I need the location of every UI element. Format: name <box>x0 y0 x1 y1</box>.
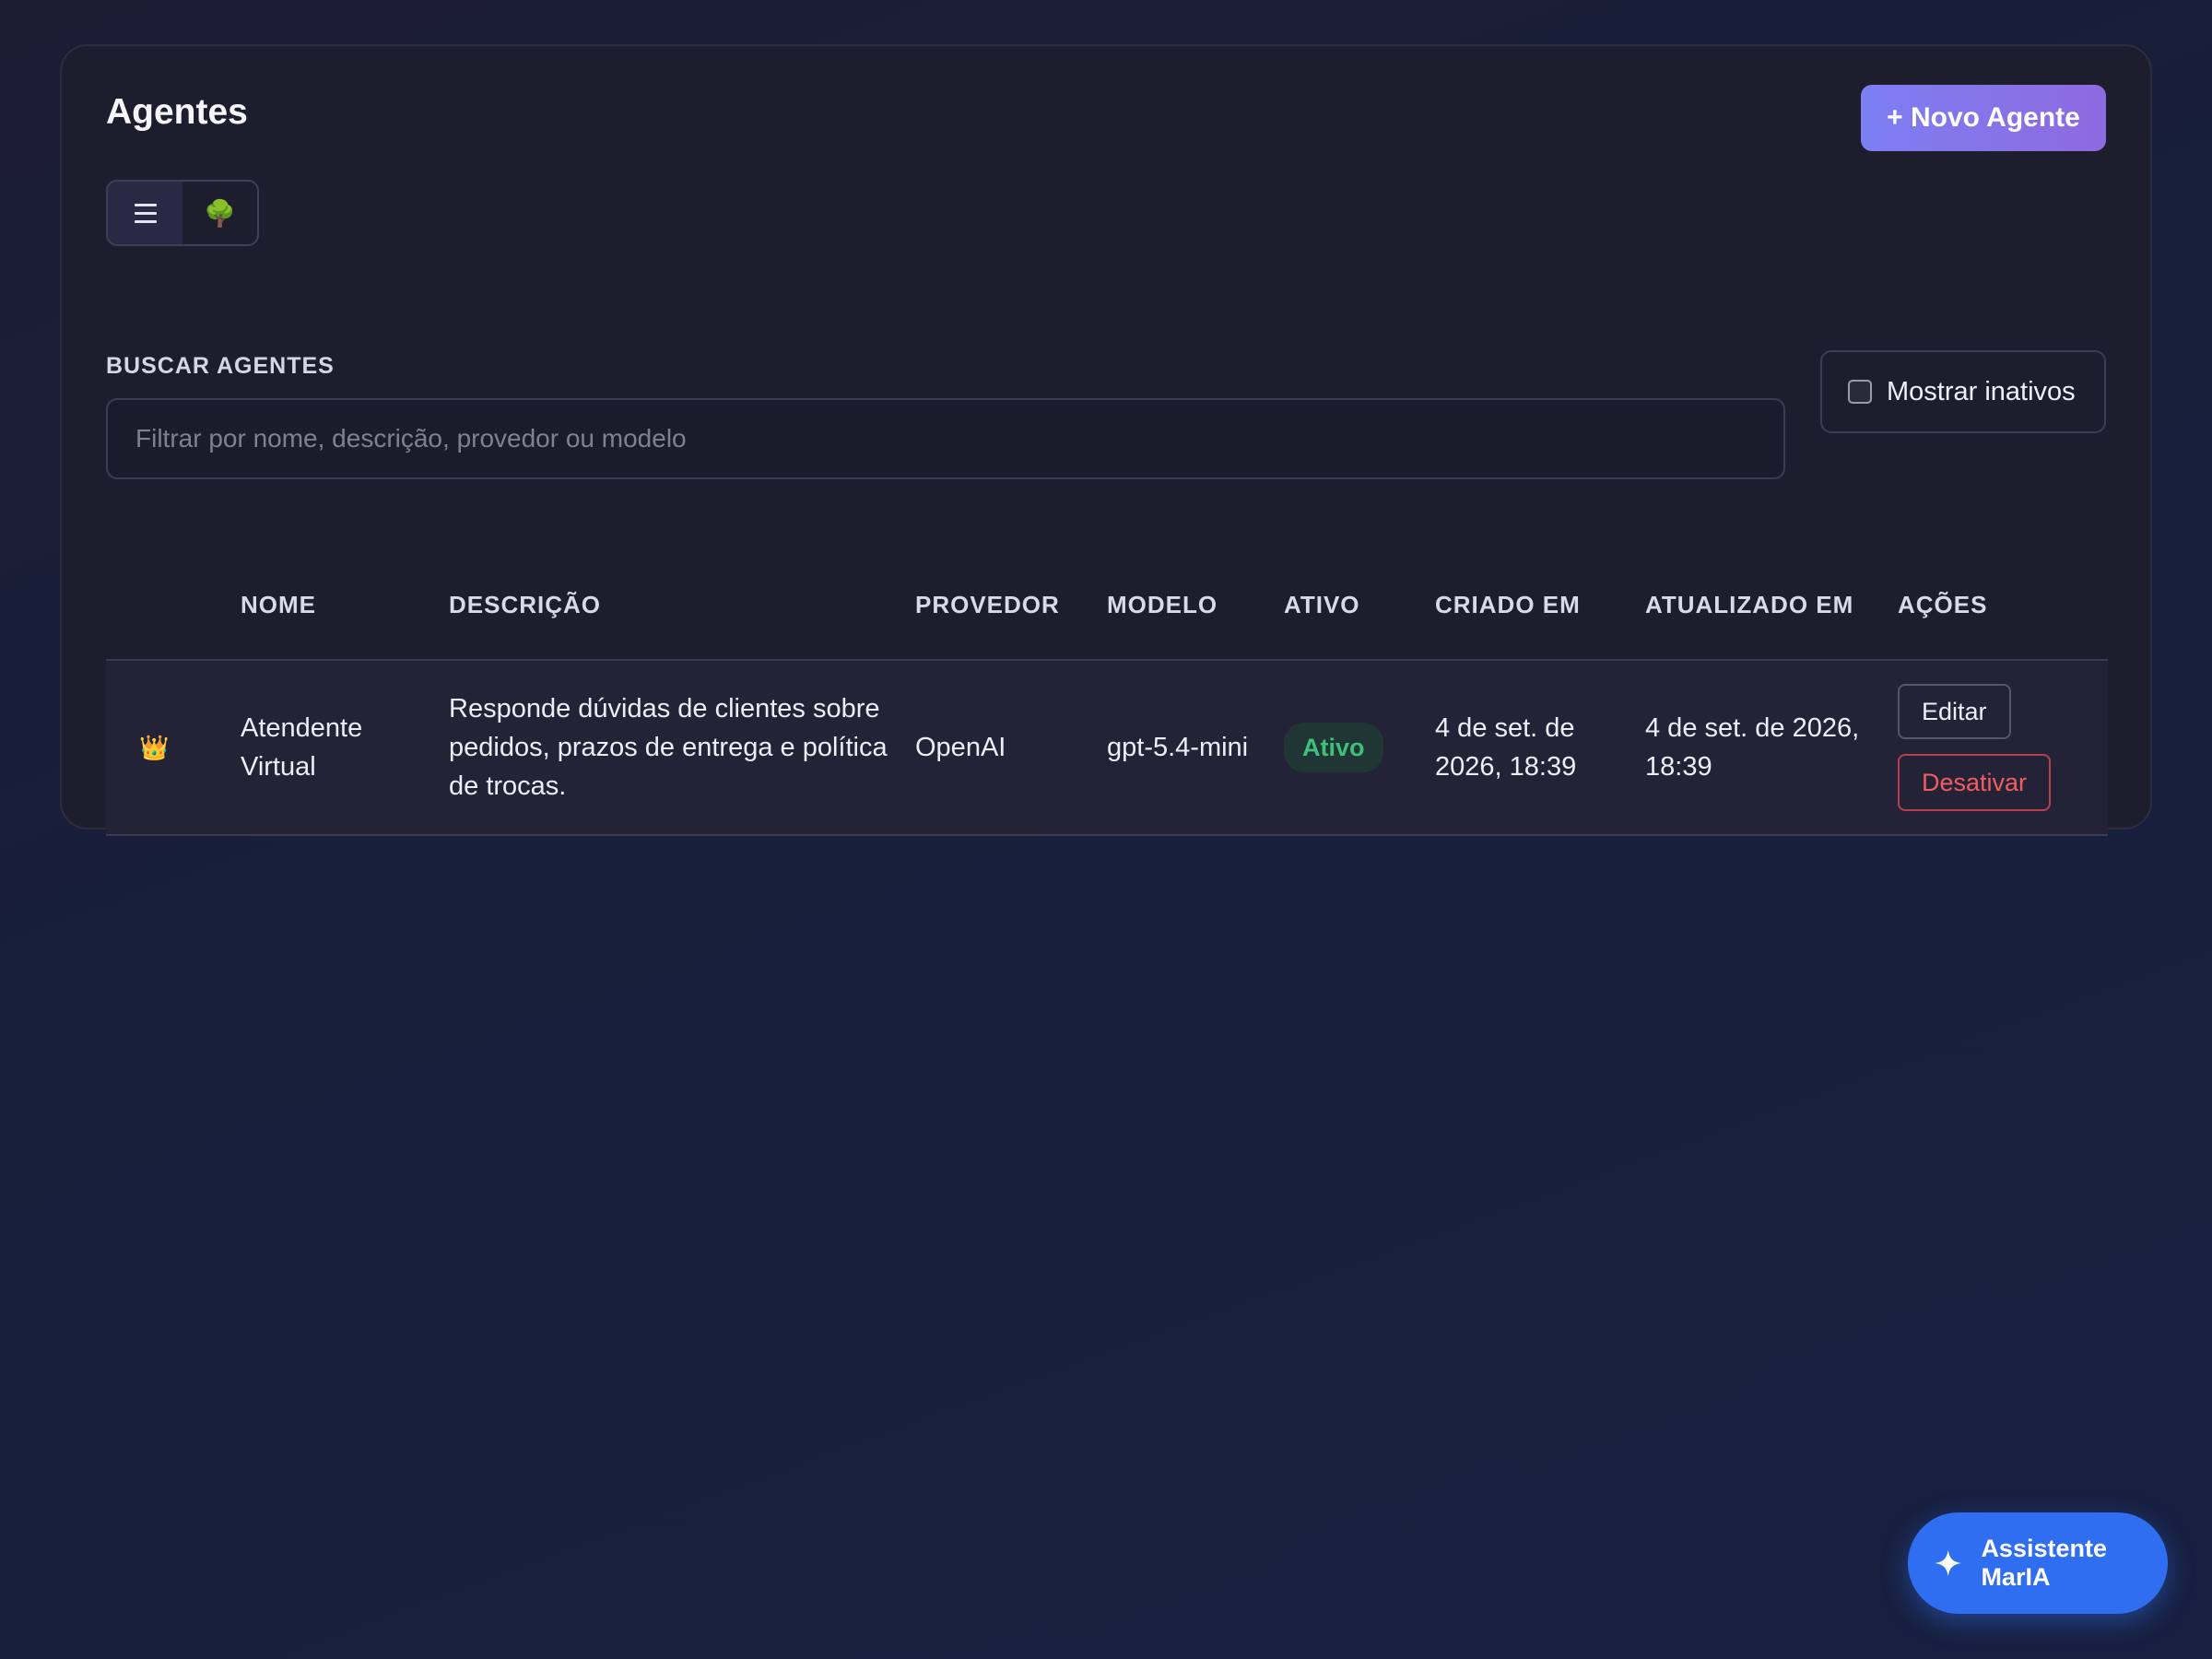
header-acoes: AÇÕES <box>1888 551 2108 661</box>
cell-nome: Atendente Virtual <box>241 713 363 782</box>
header-criado-em: CRIADO EM <box>1426 551 1636 661</box>
status-badge: Ativo <box>1284 723 1383 772</box>
edit-button[interactable]: Editar <box>1898 684 2011 739</box>
table-row[interactable]: 👑 Atendente Virtual Responde dúvidas de … <box>106 660 2108 835</box>
header-modelo: MODELO <box>1098 551 1275 661</box>
cell-descricao: Responde dúvidas de clientes sobre pedid… <box>449 694 888 801</box>
page-title: Agentes <box>106 92 248 132</box>
header-icon <box>106 551 231 661</box>
tree-icon: 🌳 <box>204 198 236 228</box>
cell-criado-em: 4 de set. de 2026, 18:39 <box>1435 713 1577 782</box>
agents-table: NOME DESCRIÇÃO PROVEDOR MODELO ATIVO CRI… <box>106 551 2108 836</box>
agents-panel: Agentes + Novo Agente 🌳 BUSCAR AGENTES M… <box>60 44 2152 835</box>
search-label: BUSCAR AGENTES <box>106 353 335 379</box>
row-actions: Editar Desativar <box>1898 684 2099 811</box>
cell-acoes: Editar Desativar <box>1888 660 2108 835</box>
tree-view-button[interactable]: 🌳 <box>182 182 257 244</box>
list-icon <box>134 203 157 223</box>
show-inactive-checkbox[interactable] <box>1848 380 1872 404</box>
header-descricao: DESCRIÇÃO <box>440 551 906 661</box>
cell-modelo: gpt-5.4-mini <box>1107 733 1249 762</box>
new-agent-button[interactable]: + Novo Agente <box>1861 85 2106 151</box>
cell-provedor: OpenAI <box>915 733 1006 762</box>
assistant-label: Assistente MarIA <box>1981 1535 2107 1591</box>
row-icon-cell: 👑 <box>106 660 231 835</box>
show-inactive-label: Mostrar inativos <box>1887 376 2076 406</box>
search-input[interactable] <box>106 398 1785 479</box>
assistant-button[interactable]: Assistente MarIA <box>1908 1512 2168 1614</box>
sparkle-icon <box>1935 1549 1962 1577</box>
header-atualizado-em: ATUALIZADO EM <box>1636 551 1888 661</box>
crown-icon: 👑 <box>139 734 170 761</box>
view-toggle: 🌳 <box>106 180 259 246</box>
show-inactive-toggle[interactable]: Mostrar inativos <box>1820 350 2106 433</box>
header-provedor: PROVEDOR <box>906 551 1098 661</box>
cell-atualizado-em: 4 de set. de 2026, 18:39 <box>1645 713 1860 782</box>
header-ativo: ATIVO <box>1275 551 1426 661</box>
cell-ativo: Ativo <box>1275 660 1426 835</box>
table-header-row: NOME DESCRIÇÃO PROVEDOR MODELO ATIVO CRI… <box>106 551 2108 661</box>
list-view-button[interactable] <box>108 182 182 244</box>
deactivate-button[interactable]: Desativar <box>1898 754 2052 811</box>
header-nome: NOME <box>231 551 440 661</box>
